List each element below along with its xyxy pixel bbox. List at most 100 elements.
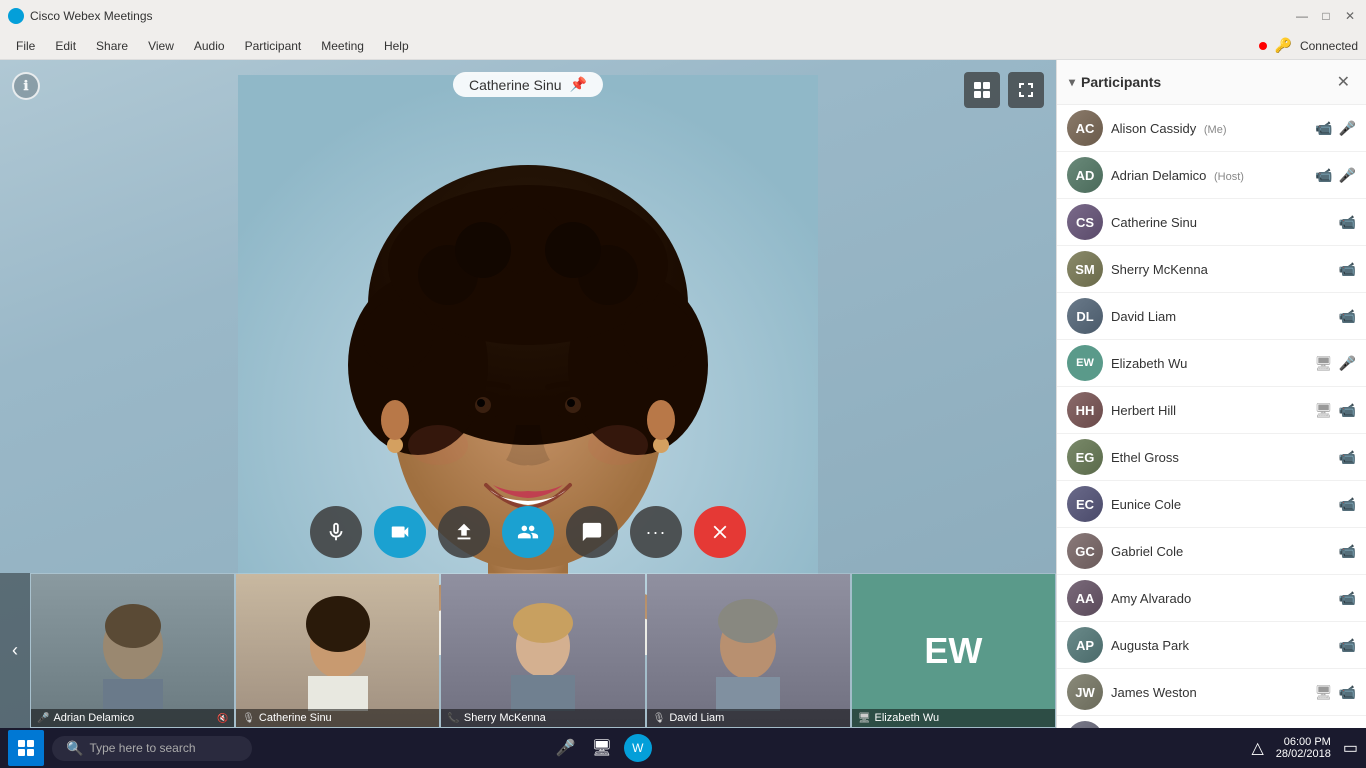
participant-list: AC Alison Cassidy (Me) 📹 🎤 AD Adrian Del… [1057, 105, 1366, 728]
start-button[interactable] [8, 730, 44, 766]
thumb-name-3: Sherry McKenna [464, 712, 546, 724]
taskbar-desktop-icon[interactable]: ▭ [1343, 738, 1358, 758]
thumbnail-video-3 [441, 574, 644, 727]
speaker-name-tag: Catherine Sinu 📌 [453, 72, 603, 97]
participant-info-herbert-hill: Herbert Hill [1111, 403, 1307, 418]
more-button[interactable]: ··· [630, 506, 682, 558]
menu-meeting[interactable]: Meeting [313, 37, 372, 55]
participants-button[interactable] [502, 506, 554, 558]
taskbar-time-text: 06:00 PM [1276, 736, 1331, 748]
participant-name-catherine-sinu: Catherine Sinu [1111, 215, 1331, 230]
participant-item-alison-cassidy[interactable]: AC Alison Cassidy (Me) 📹 🎤 [1057, 105, 1366, 152]
participant-info-adrian-delamico: Adrian Delamico (Host) [1111, 168, 1307, 183]
participant-controls-catherine-sinu: 📹 [1339, 214, 1356, 231]
maximize-button[interactable]: □ [1318, 8, 1334, 24]
participant-item-david-liam[interactable]: DL David Liam 📹 [1057, 293, 1366, 340]
thumbnail-3[interactable]: 📞 Sherry McKenna [440, 573, 645, 728]
layout-button[interactable] [964, 72, 1000, 108]
thumb-mic-icon-2: 🎙 [242, 713, 255, 724]
taskbar-notification-icon[interactable]: △ [1251, 738, 1263, 758]
share-button[interactable] [438, 506, 490, 558]
taskbar-date-text: 28/02/2018 [1276, 748, 1331, 760]
avatar-augusta-park: AP [1067, 627, 1103, 663]
participant-item-amy-alvarado[interactable]: AA Amy Alvarado 📹 [1057, 575, 1366, 622]
participant-controls-augusta-park: 📹 [1339, 637, 1356, 654]
participant-item-james-weston[interactable]: JW James Weston 🖥 📹 [1057, 669, 1366, 716]
mute-button[interactable] [310, 506, 362, 558]
participant-info-eunice-cole: Eunice Cole [1111, 497, 1331, 512]
participants-panel: ▾ Participants ✕ AC Alison Cassidy (Me) … [1056, 60, 1366, 728]
participant-item-herbert-hill[interactable]: HH Herbert Hill 🖥 📹 [1057, 387, 1366, 434]
screen-icon-elizabeth: 🖥 [1315, 355, 1333, 372]
thumbnail-2[interactable]: 🎙 Catherine Sinu [235, 573, 440, 728]
mic-icon-elizabeth: 🎤 [1339, 355, 1356, 372]
info-button[interactable]: ℹ [12, 72, 40, 100]
avatar-amy-alvarado: AA [1067, 580, 1103, 616]
thumbnail-4[interactable]: 🎙 David Liam [646, 573, 851, 728]
video-button[interactable] [374, 506, 426, 558]
participant-item-gabriel-cole[interactable]: GC Gabriel Cole 📹 [1057, 528, 1366, 575]
video-overlay-controls [964, 72, 1044, 108]
thumbnail-label-4: 🎙 David Liam [647, 709, 850, 727]
avatar-patrick-cooper: PC [1067, 721, 1103, 728]
title-bar: Cisco Webex Meetings — □ ✕ [0, 0, 1366, 32]
participant-controls-sherry-mckenna: 📹 [1339, 261, 1356, 278]
menu-participant[interactable]: Participant [237, 37, 310, 55]
thumbnail-prev[interactable]: ‹ [0, 573, 30, 728]
participant-controls-james-weston: 🖥 📹 [1315, 684, 1356, 701]
thumb-muted-badge-1: 🔇 [217, 713, 228, 724]
participant-item-patrick-cooper[interactable]: PC Patrick Cooper 📹 🎤 [1057, 716, 1366, 728]
video-icon-james: 📹 [1339, 684, 1356, 701]
participant-item-eunice-cole[interactable]: EC Eunice Cole 📹 [1057, 481, 1366, 528]
fullscreen-button[interactable] [1008, 72, 1044, 108]
participant-item-elizabeth-wu[interactable]: EW Elizabeth Wu 🖥 🎤 [1057, 340, 1366, 387]
menu-edit[interactable]: Edit [47, 37, 84, 55]
active-speaker-video [238, 75, 818, 655]
thumbnail-video-2 [236, 574, 439, 727]
participant-item-adrian-delamico[interactable]: AD Adrian Delamico (Host) 📹 🎤 [1057, 152, 1366, 199]
connected-status-dot [1259, 42, 1267, 50]
chat-button[interactable] [566, 506, 618, 558]
screen-icon-herbert: 🖥 [1315, 402, 1333, 419]
thumb-name-5: Elizabeth Wu [875, 712, 940, 724]
close-button[interactable]: ✕ [1342, 8, 1358, 24]
participant-item-ethel-gross[interactable]: EG Ethel Gross 📹 [1057, 434, 1366, 481]
video-icon-sherry: 📹 [1339, 261, 1356, 278]
participant-name-sherry-mckenna: Sherry McKenna [1111, 262, 1331, 277]
thumbnail-video-4 [647, 574, 850, 727]
menu-help[interactable]: Help [376, 37, 417, 55]
thumbnail-1[interactable]: 🎤 Adrian Delamico 🔇 [30, 573, 235, 728]
minimize-button[interactable]: — [1294, 8, 1310, 24]
ew-initials: EW [924, 630, 982, 672]
participant-item-augusta-park[interactable]: AP Augusta Park 📹 [1057, 622, 1366, 669]
menu-audio[interactable]: Audio [186, 37, 233, 55]
taskbar-search-area[interactable]: 🔍 Type here to search [52, 736, 252, 761]
participant-item-catherine-sinu[interactable]: CS Catherine Sinu 📹 [1057, 199, 1366, 246]
participant-item-sherry-mckenna[interactable]: SM Sherry McKenna 📹 [1057, 246, 1366, 293]
participant-name-eunice-cole: Eunice Cole [1111, 497, 1331, 512]
thumbnail-5[interactable]: EW 🖥 Elizabeth Wu [851, 573, 1056, 728]
participant-name-gabriel-cole: Gabriel Cole [1111, 544, 1331, 559]
video-icon-catherine: 📹 [1339, 214, 1356, 231]
participant-controls-elizabeth-wu: 🖥 🎤 [1315, 355, 1356, 372]
video-area: ℹ Catherine Sinu 📌 [0, 60, 1056, 728]
menu-file[interactable]: File [8, 37, 43, 55]
taskbar-webex-button[interactable]: W [624, 734, 652, 762]
menu-share[interactable]: Share [88, 37, 136, 55]
video-icon-gabriel: 📹 [1339, 543, 1356, 560]
taskbar-mic-icon[interactable]: 🎤 [552, 734, 580, 762]
avatar-catherine-sinu: CS [1067, 204, 1103, 240]
participant-controls-adrian-delamico: 📹 🎤 [1315, 167, 1356, 184]
menu-view[interactable]: View [140, 37, 182, 55]
panel-close-button[interactable]: ✕ [1333, 70, 1354, 94]
taskbar-right: △ 06:00 PM 28/02/2018 ▭ [1251, 736, 1358, 760]
lock-icon: 🔑 [1275, 37, 1292, 54]
main-video: ℹ Catherine Sinu 📌 [0, 60, 1056, 728]
avatar-alison-cassidy: AC [1067, 110, 1103, 146]
video-icon-alison: 📹 [1315, 120, 1332, 137]
participant-name-alison-cassidy: Alison Cassidy (Me) [1111, 121, 1307, 136]
panel-header: ▾ Participants ✕ [1057, 60, 1366, 105]
end-call-button[interactable] [694, 506, 746, 558]
taskbar-display-icon[interactable]: 🖥 [588, 734, 616, 762]
avatar-herbert-hill: HH [1067, 392, 1103, 428]
